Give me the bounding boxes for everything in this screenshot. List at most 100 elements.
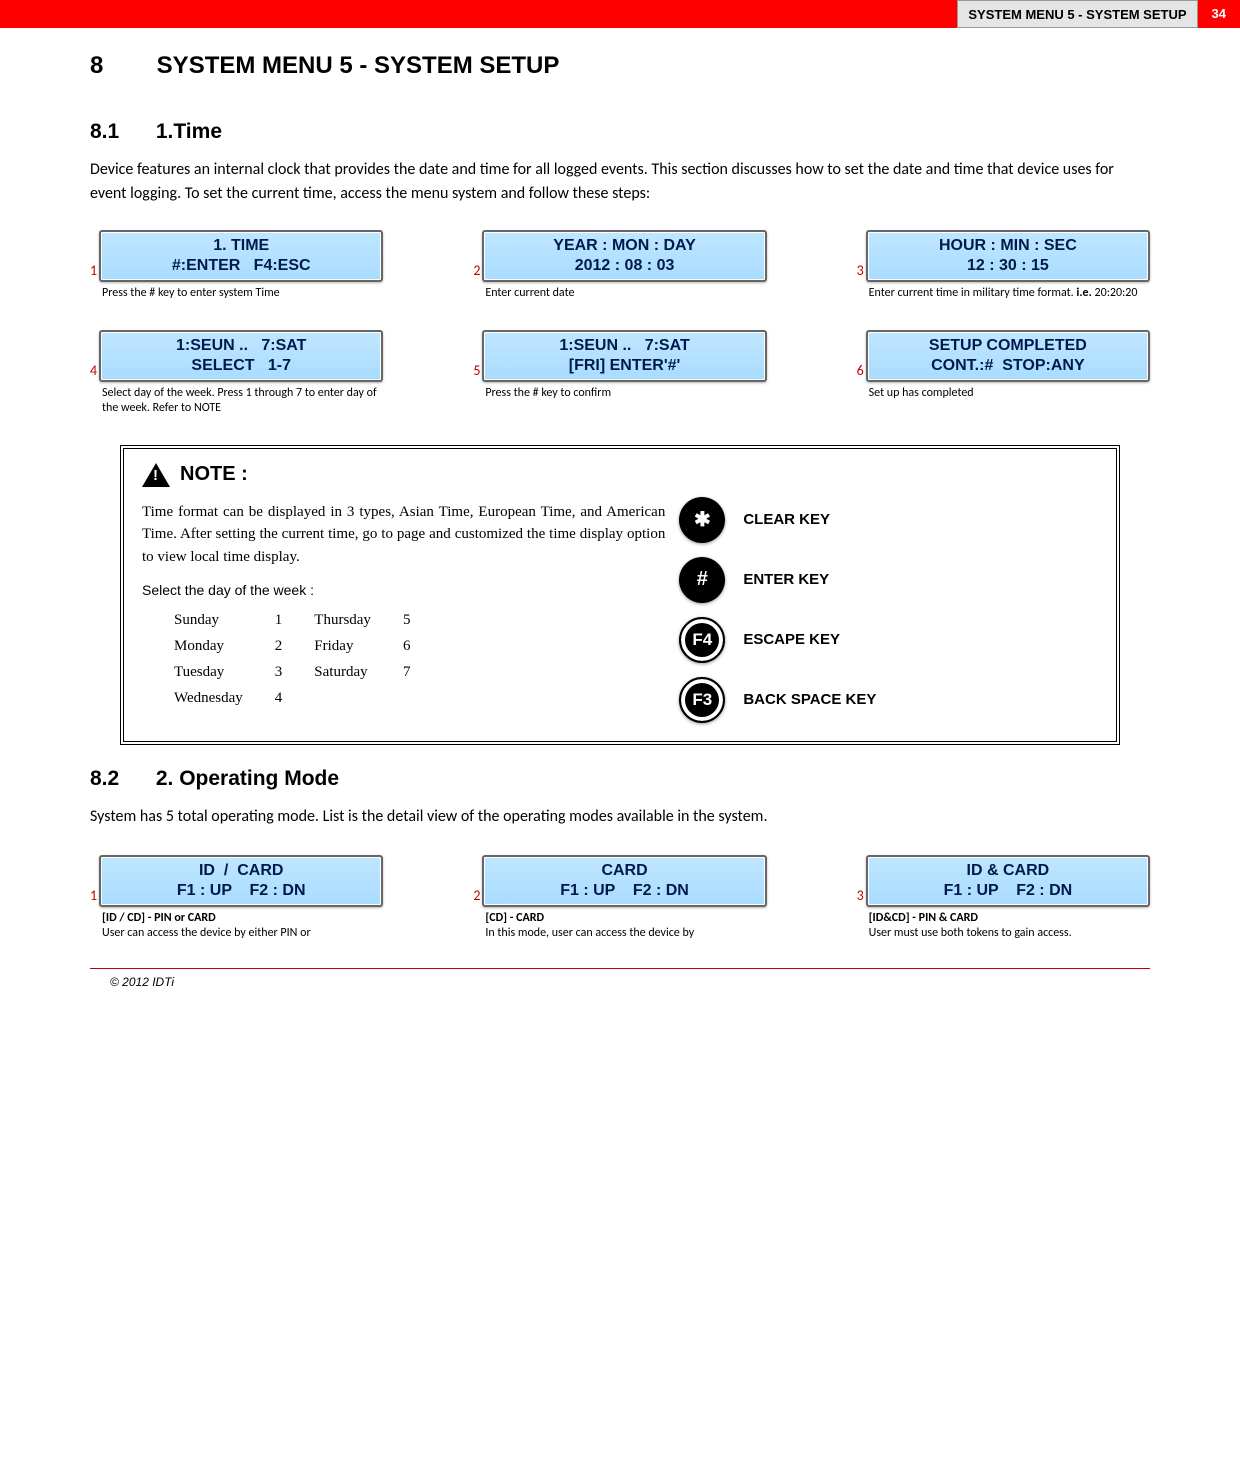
- note-box: NOTE : Time format can be displayed in 3…: [120, 445, 1120, 745]
- lcd-line-2: F1 : UP F2 : DN: [109, 881, 373, 901]
- day-name: Tuesday: [174, 660, 273, 684]
- key-row: ✱CLEAR KEY: [679, 497, 1098, 543]
- step-caption: Press the # key to confirm: [485, 386, 766, 402]
- footer-rule: [90, 968, 1150, 969]
- day-number: [403, 686, 441, 710]
- section-8-1-paragraph: Device features an internal clock that p…: [90, 158, 1150, 206]
- key-label: CLEAR KEY: [743, 511, 830, 528]
- step-number: 5: [473, 364, 480, 382]
- day-name: [314, 686, 401, 710]
- day-table: Sunday1Thursday5Monday2Friday6Tuesday3Sa…: [172, 606, 442, 712]
- step-caption: Enter current time in military time form…: [869, 286, 1150, 302]
- step: 3ID & CARDF1 : UP F2 : DN[ID&CD] - PIN &…: [857, 855, 1150, 942]
- day-number: 5: [403, 608, 441, 632]
- day-number: 3: [275, 660, 313, 684]
- step: 6SETUP COMPLETEDCONT.:# STOP:ANYSet up h…: [857, 330, 1150, 417]
- lcd-line-2: CONT.:# STOP:ANY: [876, 356, 1140, 376]
- day-number: 4: [275, 686, 313, 710]
- lcd-line-2: #:ENTER F4:ESC: [109, 256, 373, 276]
- key-label: ENTER KEY: [743, 571, 829, 588]
- step-caption: Press the # key to enter system Time: [102, 286, 383, 302]
- section-8-2-heading: 8.2 2. Operating Mode: [90, 767, 1150, 791]
- day-name: Sunday: [174, 608, 273, 632]
- step: 2CARDF1 : UP F2 : DN [CD] - CARDIn this m…: [473, 855, 766, 942]
- step-number: 3: [857, 264, 864, 282]
- step: 3HOUR : MIN : SEC12 : 30 : 15Enter curre…: [857, 230, 1150, 302]
- step-caption: Select day of the week. Press 1 through …: [102, 386, 383, 417]
- subsection-number: 8.1: [90, 120, 150, 144]
- time-steps-grid: 11. TIME#:ENTER F4:ESCPress the # key to…: [90, 230, 1150, 417]
- step-number: 2: [473, 264, 480, 282]
- lcd-screen: SETUP COMPLETEDCONT.:# STOP:ANY: [866, 330, 1150, 382]
- footer-copyright: © 2012 IDTi: [90, 975, 1150, 989]
- lcd-line-1: 1:SEUN .. 7:SAT: [109, 336, 373, 356]
- section-8-1-heading: 8.1 1.Time: [90, 120, 1150, 144]
- lcd-screen: YEAR : MON : DAY2012 : 08 : 03: [482, 230, 766, 282]
- step-caption: [ID&CD] - PIN & CARDUser must use both t…: [869, 911, 1150, 942]
- lcd-screen: 1:SEUN .. 7:SAT[FRI] ENTER'#': [482, 330, 766, 382]
- day-row: Sunday1Thursday5: [174, 608, 440, 632]
- day-number: 7: [403, 660, 441, 684]
- lcd-screen: 1:SEUN .. 7:SATSELECT 1-7: [99, 330, 383, 382]
- step-caption: [CD] - CARDIn this mode, user can access…: [485, 911, 766, 942]
- note-left: NOTE : Time format can be displayed in 3…: [142, 463, 665, 723]
- day-row: Monday2Friday6: [174, 634, 440, 658]
- header-section-label: SYSTEM MENU 5 - SYSTEM SETUP: [957, 0, 1197, 28]
- day-name: Monday: [174, 634, 273, 658]
- lcd-screen: ID / CARDF1 : UP F2 : DN: [99, 855, 383, 907]
- note-keys-column: ✱CLEAR KEY # ENTER KEY F4 ESCAPE KEY F3 BACK S…: [679, 463, 1098, 723]
- warning-icon: [142, 463, 170, 487]
- step: 2YEAR : MON : DAY2012 : 08 : 03Enter cur…: [473, 230, 766, 302]
- lcd-line-2: F1 : UP F2 : DN: [492, 881, 756, 901]
- note-heading-text: NOTE :: [180, 463, 248, 486]
- key-icon: F3: [679, 677, 725, 723]
- lcd-screen: HOUR : MIN : SEC12 : 30 : 15: [866, 230, 1150, 282]
- note-body-text: Time format can be displayed in 3 types,…: [142, 501, 665, 569]
- lcd-line-1: HOUR : MIN : SEC: [876, 236, 1140, 256]
- section-number: 8: [90, 52, 150, 80]
- key-row: # ENTER KEY: [679, 557, 1098, 603]
- step: 41:SEUN .. 7:SATSELECT 1-7 Select day of …: [90, 330, 383, 417]
- step-number: 6: [857, 364, 864, 382]
- subsection-title: 1.Time: [156, 120, 222, 143]
- day-number: 2: [275, 634, 313, 658]
- lcd-screen: 1. TIME#:ENTER F4:ESC: [99, 230, 383, 282]
- lcd-line-2: 12 : 30 : 15: [876, 256, 1140, 276]
- step-caption: Set up has completed: [869, 386, 1150, 402]
- section-8-heading: 8 SYSTEM MENU 5 - SYSTEM SETUP: [90, 52, 1150, 80]
- day-row: Tuesday3Saturday7: [174, 660, 440, 684]
- key-label: ESCAPE KEY: [743, 631, 840, 648]
- note-subheading: Select the day of the week :: [142, 582, 665, 598]
- lcd-screen: ID & CARDF1 : UP F2 : DN: [866, 855, 1150, 907]
- day-row: Wednesday4: [174, 686, 440, 710]
- step-number: 4: [90, 364, 97, 382]
- day-name: Friday: [314, 634, 401, 658]
- lcd-line-1: SETUP COMPLETED: [876, 336, 1140, 356]
- day-number: 1: [275, 608, 313, 632]
- lcd-line-1: 1:SEUN .. 7:SAT: [492, 336, 756, 356]
- step-number: 3: [857, 889, 864, 907]
- header-page-number: 34: [1198, 0, 1240, 28]
- step-caption: Enter current date: [485, 286, 766, 302]
- day-name: Thursday: [314, 608, 401, 632]
- lcd-line-1: YEAR : MON : DAY: [492, 236, 756, 256]
- lcd-screen: CARDF1 : UP F2 : DN: [482, 855, 766, 907]
- key-icon: F4: [679, 617, 725, 663]
- lcd-line-2: 2012 : 08 : 03: [492, 256, 756, 276]
- key-row: F3 BACK SPACE KEY: [679, 677, 1098, 723]
- step-number: 2: [473, 889, 480, 907]
- step: 1ID / CARDF1 : UP F2 : DN[ID / CD] - PIN…: [90, 855, 383, 942]
- key-row: F4 ESCAPE KEY: [679, 617, 1098, 663]
- subsection-title: 2. Operating Mode: [156, 767, 339, 790]
- lcd-line-1: ID & CARD: [876, 861, 1140, 881]
- header-bar: SYSTEM MENU 5 - SYSTEM SETUP 34: [0, 0, 1240, 28]
- lcd-line-2: F1 : UP F2 : DN: [876, 881, 1140, 901]
- section-title: SYSTEM MENU 5 - SYSTEM SETUP: [157, 52, 560, 79]
- operating-mode-grid: 1ID / CARDF1 : UP F2 : DN[ID / CD] - PIN…: [90, 855, 1150, 942]
- day-name: Saturday: [314, 660, 401, 684]
- key-icon: #: [679, 557, 725, 603]
- step: 11. TIME#:ENTER F4:ESCPress the # key to…: [90, 230, 383, 302]
- lcd-line-2: [FRI] ENTER'#': [492, 356, 756, 376]
- day-name: Wednesday: [174, 686, 273, 710]
- key-label: BACK SPACE KEY: [743, 691, 876, 708]
